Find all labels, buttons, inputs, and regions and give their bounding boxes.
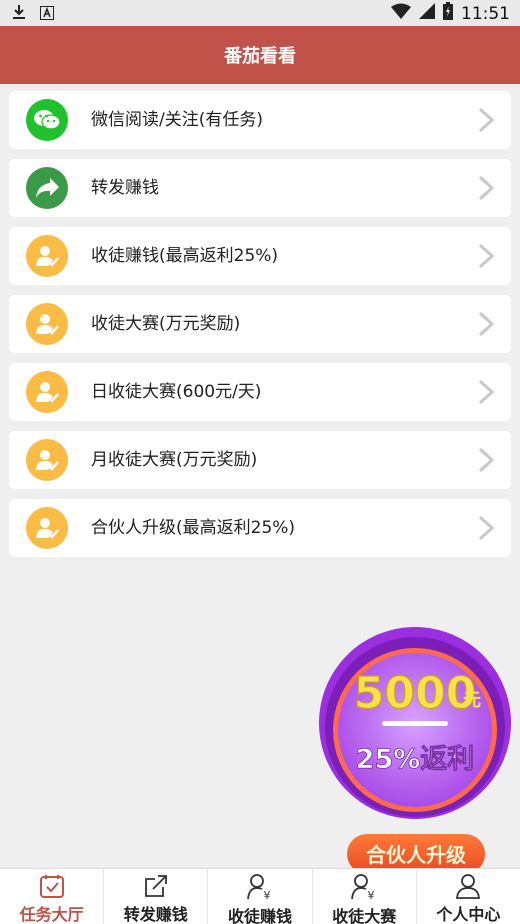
wifi-icon [391,3,411,24]
share-edit-icon [143,873,169,899]
chevron-right-icon [477,311,495,341]
signal-icon [419,3,435,24]
user-check-icon [26,439,68,481]
user-check-icon [26,235,68,277]
chevron-right-icon [477,107,495,137]
tab-personal-center[interactable]: 个人中心 [417,869,520,924]
task-item-share-earn[interactable]: 转发赚钱 [9,159,511,217]
page-title: 番茄看看 [224,46,296,67]
share-icon [26,167,68,209]
task-label: 日收徒大赛(600元/天) [91,382,262,402]
task-list: 微信阅读/关注(有任务) 转发赚钱 收徒赚钱(最高返利25%) 收徒大赛(万元奖… [9,91,511,567]
task-item-wechat-read[interactable]: 微信阅读/关注(有任务) [9,91,511,149]
user-yen-icon: ¥ [350,873,378,901]
chevron-right-icon [477,243,495,273]
wechat-icon [26,99,68,141]
svg-text:¥: ¥ [264,889,271,901]
task-label: 月收徒大赛(万元奖励) [91,450,258,470]
user-check-icon [26,371,68,413]
svg-text:¥: ¥ [368,889,375,901]
task-item-partner-upgrade[interactable]: 合伙人升级(最高返利25%) [9,499,511,557]
promo-button-label[interactable]: 合伙人升级 [366,843,466,867]
task-item-recruit-earn[interactable]: 收徒赚钱(最高返利25%) [9,227,511,285]
tab-recruit-earn[interactable]: ¥ 收徒赚钱 [208,869,313,924]
title-bar: 番茄看看 [0,26,520,84]
user-check-icon [26,507,68,549]
tab-label: 收徒赚钱 [228,907,293,924]
tab-task-hall[interactable]: 任务大厅 [0,869,105,924]
task-label: 微信阅读/关注(有任务) [91,110,263,130]
tab-label: 个人中心 [436,905,501,924]
task-label: 收徒大赛(万元奖励) [91,314,241,334]
chevron-right-icon [477,447,495,477]
tab-label: 转发赚钱 [123,905,188,924]
tab-recruit-contest[interactable]: ¥ 收徒大赛 [313,869,417,924]
chevron-right-icon [477,175,495,205]
task-item-daily-contest[interactable]: 日收徒大赛(600元/天) [9,363,511,421]
promo-rebate: 25%返利 [356,744,475,775]
tab-share-earn[interactable]: 转发赚钱 [104,869,209,924]
user-icon [455,873,481,899]
status-bar: 11:51 [0,0,520,26]
download-icon [12,4,26,24]
chevron-right-icon [477,515,495,545]
chevron-right-icon [477,379,495,409]
task-item-monthly-contest[interactable]: 月收徒大赛(万元奖励) [9,431,511,489]
battery-icon [443,2,453,25]
task-label: 收徒赚钱(最高返利25%) [91,246,279,266]
bottom-tab-bar: 任务大厅 转发赚钱 ¥ 收徒赚钱 ¥ 收徒大赛 个人中心 [0,868,520,924]
task-item-recruit-contest[interactable]: 收徒大赛(万元奖励) [9,295,511,353]
user-check-icon [26,303,68,345]
app-notification-icon [40,5,54,24]
task-label: 转发赚钱 [91,178,159,198]
user-yen-icon: ¥ [246,873,274,901]
partner-upgrade-promo[interactable]: 5000 元 25%返利 合伙人升级 [314,624,520,880]
status-time: 11:51 [461,3,510,24]
task-hall-icon [39,873,65,899]
promo-amount: 5000 [354,668,476,719]
task-label: 合伙人升级(最高返利25%) [91,518,296,538]
promo-unit: 元 [463,690,481,711]
tab-label: 收徒大赛 [332,907,397,924]
tab-label: 任务大厅 [19,905,84,924]
